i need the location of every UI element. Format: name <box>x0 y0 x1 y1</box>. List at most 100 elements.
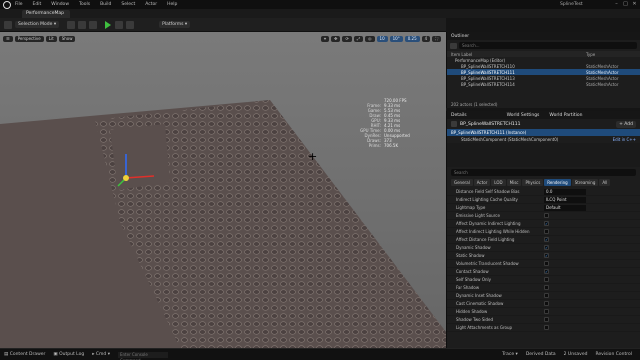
camera-speed-button[interactable]: 4 <box>421 35 431 42</box>
menu-edit[interactable]: Edit <box>33 2 42 7</box>
add-content-icon[interactable] <box>67 20 76 29</box>
tab-outliner[interactable]: Outliner <box>447 32 640 40</box>
tab-details[interactable]: Details <box>451 113 467 118</box>
property-checkbox[interactable]: ✓ <box>544 245 549 250</box>
maximize-icon[interactable]: □ <box>621 1 630 7</box>
perspective-button[interactable]: Perspective <box>14 35 44 42</box>
property-checkbox[interactable] <box>544 285 549 290</box>
property-checkbox[interactable] <box>544 325 549 330</box>
scale-tool-icon[interactable]: ⤢ <box>353 35 364 42</box>
lit-button[interactable]: Lit <box>45 35 57 42</box>
category-tab-all[interactable]: All <box>599 179 611 186</box>
close-icon[interactable]: ✕ <box>630 1 639 7</box>
column-type[interactable]: Type <box>586 52 636 57</box>
property-checkbox[interactable] <box>544 317 549 322</box>
property-row: Self Shadow Only <box>447 276 640 284</box>
console-command-input[interactable]: Enter Console Command <box>117 351 168 360</box>
cmd-dropdown[interactable]: ▸ Cmd ▾ <box>92 352 110 357</box>
rotation-snap-value: 10° <box>392 35 400 41</box>
tab-performance-map[interactable]: PerformanceMap <box>22 10 70 18</box>
outliner-row[interactable]: BP_SplineWallSTRETCH110 StaticMeshActor <box>447 63 640 69</box>
category-tab-lod[interactable]: LOD <box>491 179 506 186</box>
property-value-field[interactable]: Default <box>544 204 586 211</box>
add-component-button[interactable]: + Add <box>616 120 636 128</box>
property-checkbox[interactable]: ✓ <box>544 221 549 226</box>
outliner-search-input[interactable]: Search... <box>459 42 637 49</box>
property-checkbox[interactable]: ✓ <box>544 253 549 258</box>
menu-help[interactable]: Help <box>167 2 177 7</box>
property-row: Light Attachments as Group <box>447 324 640 332</box>
property-checkbox[interactable] <box>544 309 549 314</box>
edit-cpp-link[interactable]: Edit in C++ <box>613 137 636 142</box>
category-tab-rendering[interactable]: Rendering <box>544 179 571 186</box>
menu-select[interactable]: Select <box>121 2 135 7</box>
rotate-tool-icon[interactable]: ⟳ <box>342 35 352 42</box>
property-checkbox[interactable]: ✓ <box>544 269 549 274</box>
actor-name-field[interactable]: BP_SplineWallSTRETCH111 <box>460 122 616 127</box>
content-drawer-button[interactable]: ▤ Content Drawer <box>4 352 45 357</box>
unsaved-button[interactable]: 2 Unsaved <box>564 352 588 357</box>
perspective-label: Perspective <box>17 35 41 41</box>
document-tab-strip: PerformanceMap <box>0 9 640 18</box>
outliner-row-type: StaticMeshActor <box>586 69 619 75</box>
menu-actor[interactable]: Actor <box>145 2 157 7</box>
play-icon[interactable] <box>105 20 112 29</box>
output-log-button[interactable]: ▣ Output Log <box>53 352 84 357</box>
world-local-icon[interactable]: ◎ <box>365 35 375 42</box>
menu-build[interactable]: Build <box>100 2 111 7</box>
selection-mode-dropdown[interactable]: Selection Mode ▾ <box>15 21 60 28</box>
more-play-options-icon[interactable] <box>126 20 135 29</box>
scale-snap-button[interactable]: 0.25 <box>404 35 420 42</box>
transform-gizmo[interactable] <box>112 150 162 190</box>
property-checkbox[interactable]: ✓ <box>544 237 549 242</box>
viewport-options-button[interactable]: ☰ <box>3 35 13 42</box>
save-icon[interactable] <box>4 20 12 29</box>
property-list: Distance Field Self Shadow Bias 0.0 Indire… <box>447 188 640 332</box>
cinematics-icon[interactable] <box>89 20 98 29</box>
property-checkbox[interactable] <box>544 301 549 306</box>
title-bar: File Edit Window Tools Build Select Actor Help … <box>0 0 640 9</box>
property-value-field[interactable]: ILCQ Point <box>544 196 586 203</box>
details-search-input[interactable]: Search <box>451 169 636 176</box>
outliner-column-header: Item Label Type <box>447 51 640 57</box>
add-filter-icon[interactable] <box>450 42 457 49</box>
property-checkbox[interactable] <box>544 229 549 234</box>
revision-control-button[interactable]: Revision Control <box>595 352 632 357</box>
instance-row[interactable]: BP_SplineWallSTRETCH111 (Instance) <box>447 129 640 136</box>
move-tool-icon[interactable]: ✥ <box>331 35 341 42</box>
menu-tools[interactable]: Tools <box>79 2 90 7</box>
outliner-row[interactable]: BP_SplineWallSTRETCH113 StaticMeshActor <box>447 75 640 81</box>
pause-icon[interactable] <box>115 20 124 29</box>
blueprint-icon[interactable] <box>78 20 87 29</box>
category-tab-misc[interactable]: Misc <box>506 179 522 186</box>
property-row: Dynamic Inset Shadow <box>447 292 640 300</box>
column-item-label[interactable]: Item Label <box>451 52 586 57</box>
outliner-row[interactable]: BP_SplineWallSTRETCH114 StaticMeshActor <box>447 81 640 87</box>
trace-button[interactable]: Trace ▾ <box>502 352 518 357</box>
minimize-icon[interactable]: – <box>612 1 621 7</box>
maximize-viewport-icon[interactable]: ⛶ <box>432 35 441 42</box>
component-row[interactable]: StaticMeshComponent (StaticMeshComponent… <box>447 136 640 143</box>
property-checkbox[interactable] <box>544 213 549 218</box>
level-viewport[interactable]: ☰ Perspective Lit Show ⌖ ✥ ⟳ ⤢ ◎ 10 10° … <box>0 32 446 348</box>
tab-world-partition[interactable]: World Partition <box>549 113 582 118</box>
tab-world-settings[interactable]: World Settings <box>507 113 540 118</box>
select-tool-icon[interactable]: ⌖ <box>320 35 330 42</box>
show-button[interactable]: Show <box>58 35 76 42</box>
outliner-tab-label: Outliner <box>451 33 470 39</box>
property-value-field[interactable]: 0.0 <box>544 188 586 195</box>
property-checkbox[interactable] <box>544 277 549 282</box>
menu-window[interactable]: Window <box>51 2 69 7</box>
derived-data-button[interactable]: Derived Data <box>526 352 556 357</box>
platforms-button[interactable]: Platforms ▾ <box>159 21 191 28</box>
property-checkbox[interactable] <box>544 261 549 266</box>
rotation-snap-button[interactable]: 10° <box>389 35 403 42</box>
outliner-row[interactable]: BP_SplineWallSTRETCH111 StaticMeshActor <box>447 69 640 75</box>
category-tab-actor[interactable]: Actor <box>473 179 491 186</box>
menu-file[interactable]: File <box>15 2 23 7</box>
property-checkbox[interactable] <box>544 293 549 298</box>
category-tab-physics[interactable]: Physics <box>522 179 544 186</box>
category-tab-general[interactable]: General <box>451 179 473 186</box>
category-tab-streaming[interactable]: Streaming <box>571 179 599 186</box>
grid-snap-button[interactable]: 10 <box>376 35 388 42</box>
